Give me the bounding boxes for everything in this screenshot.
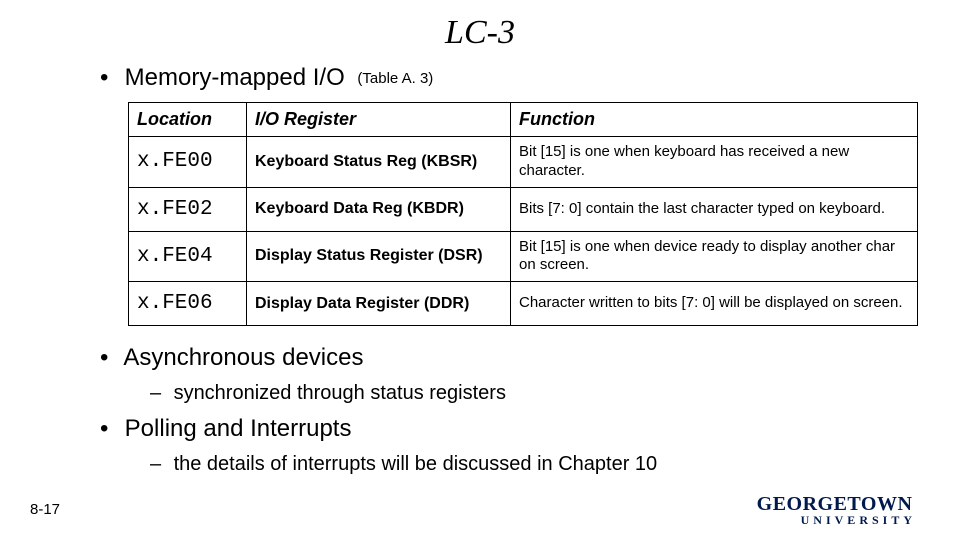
table-header-row: Location I/O Register Function: [129, 103, 918, 137]
bullet-polling-interrupts: • Polling and Interrupts: [100, 415, 900, 443]
cell-register: Keyboard Data Reg (KBDR): [247, 187, 511, 231]
bullet-list: • Memory-mapped I/O (Table A. 3): [60, 64, 900, 92]
cell-location: x.FE04: [129, 231, 247, 282]
cell-location: x.FE00: [129, 137, 247, 188]
bullet-memory-mapped-io: • Memory-mapped I/O (Table A. 3): [100, 64, 900, 92]
bullet-list-2: • Asynchronous devices – synchronized th…: [60, 344, 900, 476]
header-register: I/O Register: [247, 103, 511, 137]
georgetown-logo: GEORGETOWN UNIVERSITY: [757, 494, 916, 526]
slide: LC-3 • Memory-mapped I/O (Table A. 3) Lo…: [0, 0, 960, 540]
page-number: 8-17: [30, 501, 60, 518]
logo-top: GEORGETOWN: [757, 494, 916, 514]
cell-register: Display Status Register (DSR): [247, 231, 511, 282]
subbullet-label: synchronized through status registers: [174, 382, 506, 404]
subbullet-label: the details of interrupts will be discus…: [174, 453, 658, 475]
table-row: x.FE04 Display Status Register (DSR) Bit…: [129, 231, 918, 282]
cell-function: Bits [7: 0] contain the last character t…: [511, 187, 918, 231]
cell-location: x.FE02: [129, 187, 247, 231]
subbullet-sync-registers: – synchronized through status registers: [150, 382, 900, 405]
cell-function: Bit [15] is one when keyboard has receiv…: [511, 137, 918, 188]
table-row: x.FE06 Display Data Register (DDR) Chara…: [129, 282, 918, 326]
cell-location: x.FE06: [129, 282, 247, 326]
bullet-label: Asynchronous devices: [123, 344, 363, 371]
bullet-icon: •: [100, 415, 118, 443]
cell-register: Keyboard Status Reg (KBSR): [247, 137, 511, 188]
cell-function: Bit [15] is one when device ready to dis…: [511, 231, 918, 282]
bullet-icon: •: [100, 344, 118, 372]
bullet-icon: •: [100, 64, 118, 92]
io-register-table: Location I/O Register Function x.FE00 Ke…: [128, 102, 918, 326]
table-row: x.FE00 Keyboard Status Reg (KBSR) Bit [1…: [129, 137, 918, 188]
subbullet-interrupt-details: – the details of interrupts will be disc…: [150, 453, 900, 476]
bullet-async-devices: • Asynchronous devices: [100, 344, 900, 372]
cell-function: Character written to bits [7: 0] will be…: [511, 282, 918, 326]
table-row: x.FE02 Keyboard Data Reg (KBDR) Bits [7:…: [129, 187, 918, 231]
logo-bottom: UNIVERSITY: [801, 514, 916, 526]
dash-icon: –: [150, 382, 168, 405]
header-function: Function: [511, 103, 918, 137]
header-location: Location: [129, 103, 247, 137]
bullet-label: Memory-mapped I/O: [125, 64, 345, 91]
slide-title: LC-3: [60, 14, 900, 52]
bullet-label: Polling and Interrupts: [125, 415, 352, 442]
cell-register: Display Data Register (DDR): [247, 282, 511, 326]
table-reference: (Table A. 3): [357, 70, 433, 87]
dash-icon: –: [150, 453, 168, 476]
